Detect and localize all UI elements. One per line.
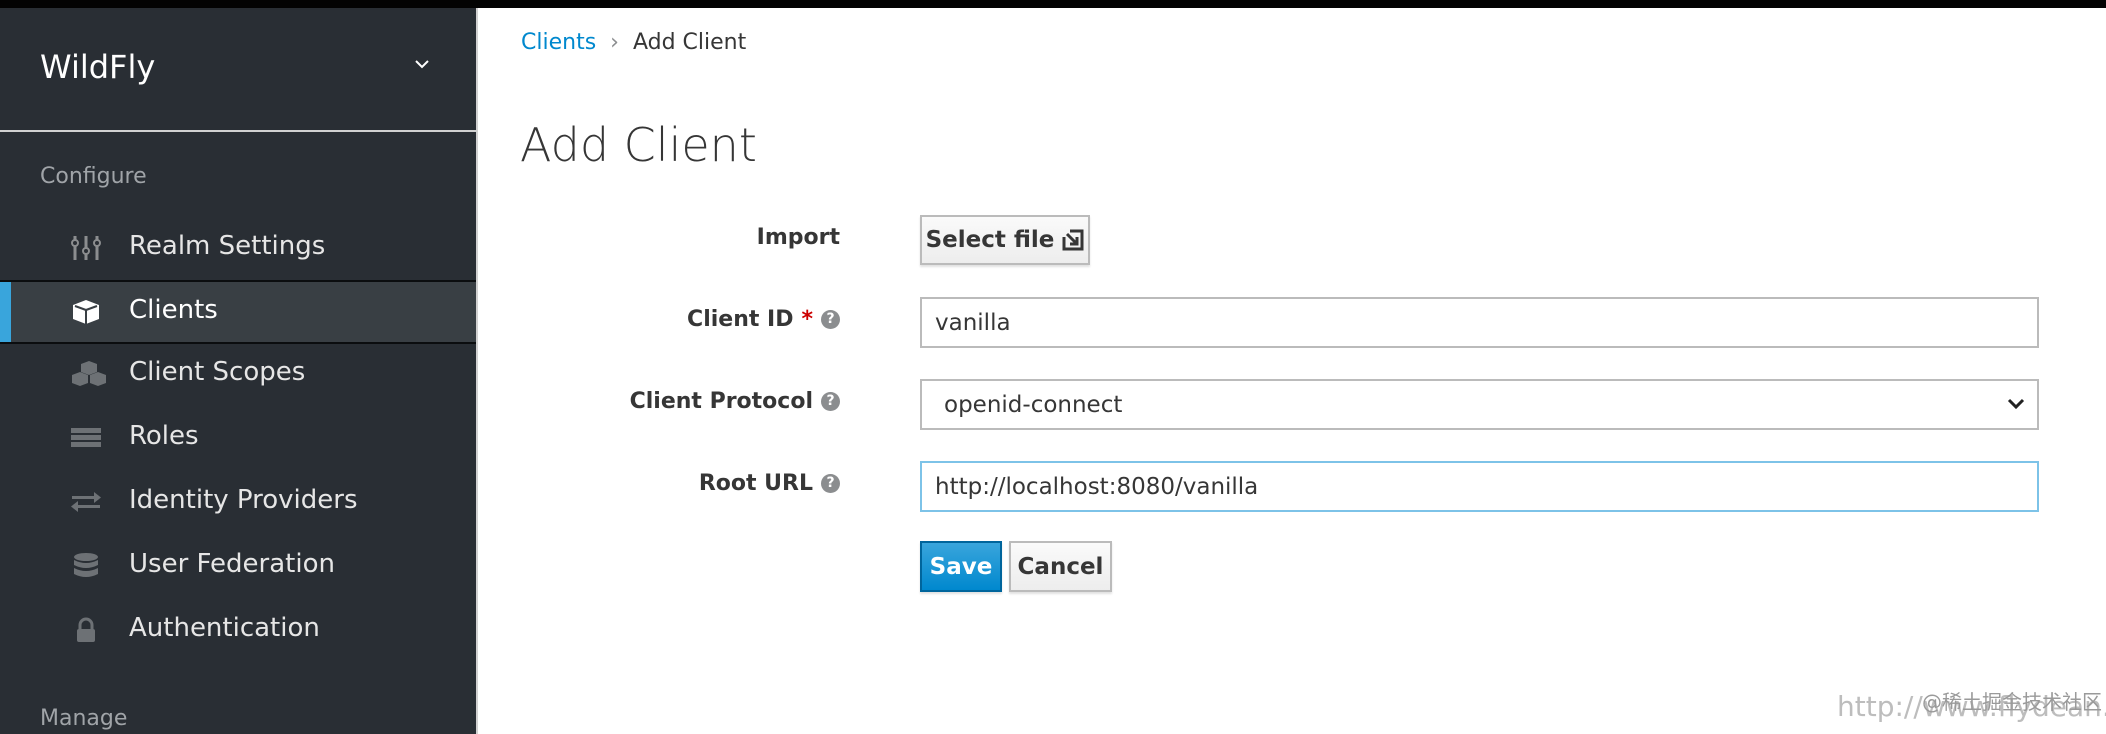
- client-protocol-label-text: Client Protocol: [629, 389, 813, 414]
- root-url-value: http://localhost:8080/vanilla: [935, 473, 1259, 500]
- import-label: Import: [757, 225, 840, 250]
- cancel-button[interactable]: Cancel: [1009, 541, 1112, 592]
- save-button[interactable]: Save: [920, 541, 1002, 592]
- chevron-down-icon: [2007, 398, 2025, 410]
- sidebar-item-clients[interactable]: Clients: [0, 280, 476, 344]
- section-manage: Manage: [40, 706, 128, 731]
- sidebar-item-label: Clients: [129, 295, 218, 325]
- sidebar-item-label: Authentication: [129, 613, 320, 643]
- import-label-text: Import: [756, 225, 840, 250]
- top-bar: [0, 0, 2106, 8]
- chevron-right-icon: ›: [610, 30, 619, 55]
- client-protocol-label: Client Protocol?: [630, 389, 840, 414]
- client-id-label-text: Client ID: [687, 307, 794, 332]
- client-protocol-value: openid-connect: [944, 391, 1123, 418]
- required-marker: *: [801, 307, 813, 332]
- breadcrumb-clients-link[interactable]: Clients: [521, 30, 596, 55]
- sidebar-item-label: Client Scopes: [129, 357, 306, 387]
- select-file-label: Select file: [925, 227, 1055, 253]
- realm-selector[interactable]: WildFly: [0, 8, 476, 132]
- sidebar-item-roles[interactable]: Roles: [0, 408, 476, 468]
- breadcrumb-current: Add Client: [632, 30, 747, 55]
- list-icon: [71, 428, 101, 447]
- sidebar-item-realm-settings[interactable]: Realm Settings: [0, 218, 476, 278]
- help-icon[interactable]: ?: [821, 392, 840, 411]
- section-configure: Configure: [40, 164, 147, 189]
- help-icon[interactable]: ?: [821, 474, 840, 493]
- sidebar: WildFly Configure Realm Settings Clients…: [0, 8, 478, 734]
- database-icon: [74, 553, 98, 577]
- sidebar-item-label: Identity Providers: [129, 485, 358, 515]
- help-icon[interactable]: ?: [821, 310, 840, 329]
- page-title: Add Client: [520, 118, 757, 172]
- breadcrumb: Clients › Add Client: [521, 30, 746, 55]
- chevron-down-icon: [415, 60, 429, 69]
- cubes-icon: [72, 361, 106, 386]
- exchange-icon: [71, 492, 101, 512]
- sidebar-item-client-scopes[interactable]: Client Scopes: [0, 344, 476, 404]
- cube-icon: [73, 300, 99, 324]
- client-id-value: vanilla: [935, 309, 1011, 336]
- sliders-icon: [71, 236, 101, 260]
- client-id-input[interactable]: vanilla: [920, 297, 2039, 348]
- client-id-label: Client ID *?: [687, 307, 840, 332]
- client-protocol-select[interactable]: openid-connect: [920, 379, 2039, 430]
- watermark-community: @稀土掘金技术社区: [1922, 690, 2102, 714]
- sidebar-item-label: Realm Settings: [129, 231, 326, 261]
- root-url-input[interactable]: http://localhost:8080/vanilla: [920, 461, 2039, 512]
- root-url-label: Root URL?: [699, 471, 840, 496]
- root-url-label-text: Root URL: [698, 471, 813, 496]
- sidebar-item-user-federation[interactable]: User Federation: [0, 536, 476, 596]
- realm-name: WildFly: [40, 48, 156, 86]
- sidebar-item-label: Roles: [129, 421, 199, 451]
- sidebar-item-label: User Federation: [129, 549, 335, 579]
- import-icon: [1062, 229, 1084, 251]
- sidebar-item-authentication[interactable]: Authentication: [0, 600, 476, 660]
- sidebar-item-identity-providers[interactable]: Identity Providers: [0, 472, 476, 532]
- select-file-button[interactable]: Select file: [920, 215, 1090, 265]
- lock-icon: [77, 617, 95, 642]
